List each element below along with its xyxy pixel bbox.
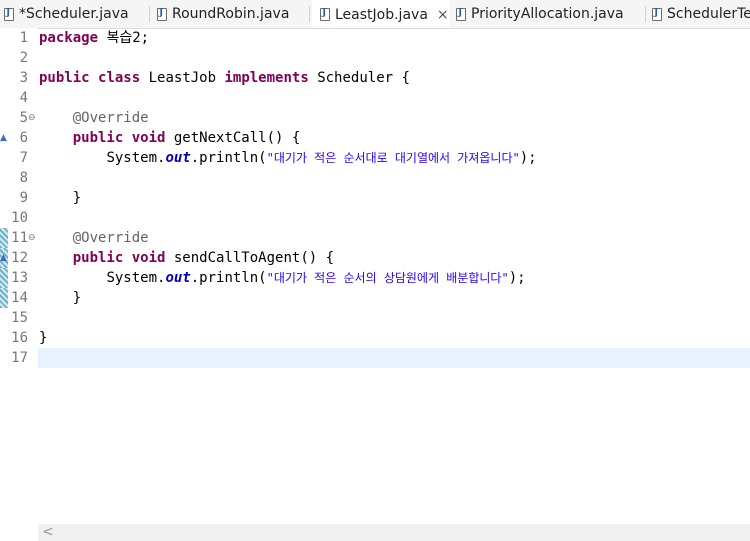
current-line-highlight — [38, 348, 750, 368]
java-file-icon — [157, 7, 167, 21]
code-text: System. — [106, 150, 166, 166]
string-literal: "대기가 적은 순서의 상담원에게 배분합니다" — [266, 271, 509, 285]
code-line: System.out.println("대기가 적은 순서의 상담원에게 배분합… — [39, 268, 526, 288]
line-number: 3 — [19, 70, 28, 86]
keyword: void — [131, 130, 166, 146]
code-line: public void sendCallToAgent() { — [39, 248, 334, 268]
line-number: 17 — [11, 350, 28, 366]
line-number: 15 — [11, 310, 28, 326]
code-line: public void getNextCall() { — [39, 128, 301, 148]
java-file-icon — [4, 7, 14, 21]
code-text: sendCallToAgent() { — [165, 250, 335, 266]
annotation: @Override — [72, 110, 149, 126]
code-text: getNextCall() { — [165, 130, 301, 146]
keyword: implements — [224, 70, 309, 86]
code-line: @Override — [39, 108, 149, 128]
tab-label: RoundRobin.java — [172, 6, 290, 22]
tab-label: SchedulerTe — [667, 6, 750, 22]
tab-label: PriorityAllocation.java — [471, 6, 624, 22]
line-number: 4 — [19, 90, 28, 106]
line-number: 8 — [19, 170, 28, 186]
code-line: } — [39, 288, 81, 308]
tab-leastjob[interactable]: LeastJob.java × — [312, 0, 450, 28]
code-text: .println( — [190, 150, 267, 166]
code-line: System.out.println("대기가 적은 순서대로 대기열에서 가져… — [39, 148, 537, 168]
code-text: Scheduler { — [308, 70, 410, 86]
code-text: } — [72, 290, 82, 306]
code-text: ); — [519, 150, 537, 166]
keyword: package — [39, 30, 99, 46]
annotation: @Override — [72, 230, 149, 246]
fold-collapse-icon[interactable]: ⊖ — [28, 228, 36, 248]
code-text: System. — [106, 270, 166, 286]
line-number: 11 — [11, 230, 28, 246]
tab-label: LeastJob.java — [335, 6, 428, 23]
line-number: 10 — [11, 210, 28, 226]
code-text: } — [39, 330, 48, 346]
static-field: out — [165, 150, 191, 166]
tab-schedulertest[interactable]: SchedulerTe — [646, 0, 750, 28]
close-icon[interactable]: × — [437, 7, 449, 23]
line-number: 5 — [19, 110, 28, 126]
code-text: ); — [508, 270, 526, 286]
static-field: out — [165, 270, 191, 286]
line-number: 16 — [11, 330, 28, 346]
line-number-gutter: ▲ ▲ 1 2 3 4 5 6 7 8 9 10 11 12 13 14 15 … — [0, 28, 38, 524]
code-line: public class LeastJob implements Schedul… — [39, 68, 410, 88]
keyword: public — [72, 250, 124, 266]
line-number: 12 — [11, 250, 28, 266]
code-line: @Override — [39, 228, 149, 248]
tab-scheduler[interactable]: *Scheduler.java — [0, 0, 150, 28]
code-text: 복습2; — [98, 30, 150, 46]
keyword: public — [72, 130, 124, 146]
code-text-area[interactable]: package 복습2; public class LeastJob imple… — [38, 28, 750, 524]
line-number: 9 — [19, 190, 28, 206]
editor-tab-bar: *Scheduler.java RoundRobin.java LeastJob… — [0, 0, 750, 29]
java-file-icon — [456, 7, 466, 21]
keyword: class — [98, 70, 141, 86]
code-text: .println( — [190, 270, 267, 286]
line-number: 2 — [19, 50, 28, 66]
code-text: LeastJob — [140, 70, 225, 86]
code-editor[interactable]: ▲ ▲ 1 2 3 4 5 6 7 8 9 10 11 12 13 14 15 … — [0, 28, 750, 524]
string-literal: "대기가 적은 순서대로 대기열에서 가져옵니다" — [266, 151, 520, 165]
line-number: 7 — [19, 150, 28, 166]
keyword: public — [39, 70, 90, 86]
line-number: 1 — [19, 30, 28, 46]
tab-roundrobin[interactable]: RoundRobin.java — [150, 0, 310, 28]
scrollbar-corner — [0, 524, 38, 541]
java-file-icon — [652, 7, 662, 21]
tab-priorityallocation[interactable]: PriorityAllocation.java — [450, 0, 646, 28]
java-file-icon — [320, 8, 330, 21]
line-number: 14 — [11, 290, 28, 306]
fold-collapse-icon[interactable]: ⊖ — [28, 108, 36, 128]
scroll-left-icon[interactable]: < — [42, 524, 54, 541]
horizontal-scrollbar[interactable]: < — [38, 524, 750, 541]
tab-label: *Scheduler.java — [19, 6, 129, 22]
code-text: } — [72, 190, 82, 206]
code-line: } — [39, 328, 47, 348]
tab-separator — [309, 6, 310, 22]
line-number: 13 — [11, 270, 28, 286]
line-number: 6 — [19, 130, 28, 146]
code-line: } — [39, 188, 81, 208]
code-line: package 복습2; — [39, 28, 149, 48]
keyword: void — [131, 250, 166, 266]
